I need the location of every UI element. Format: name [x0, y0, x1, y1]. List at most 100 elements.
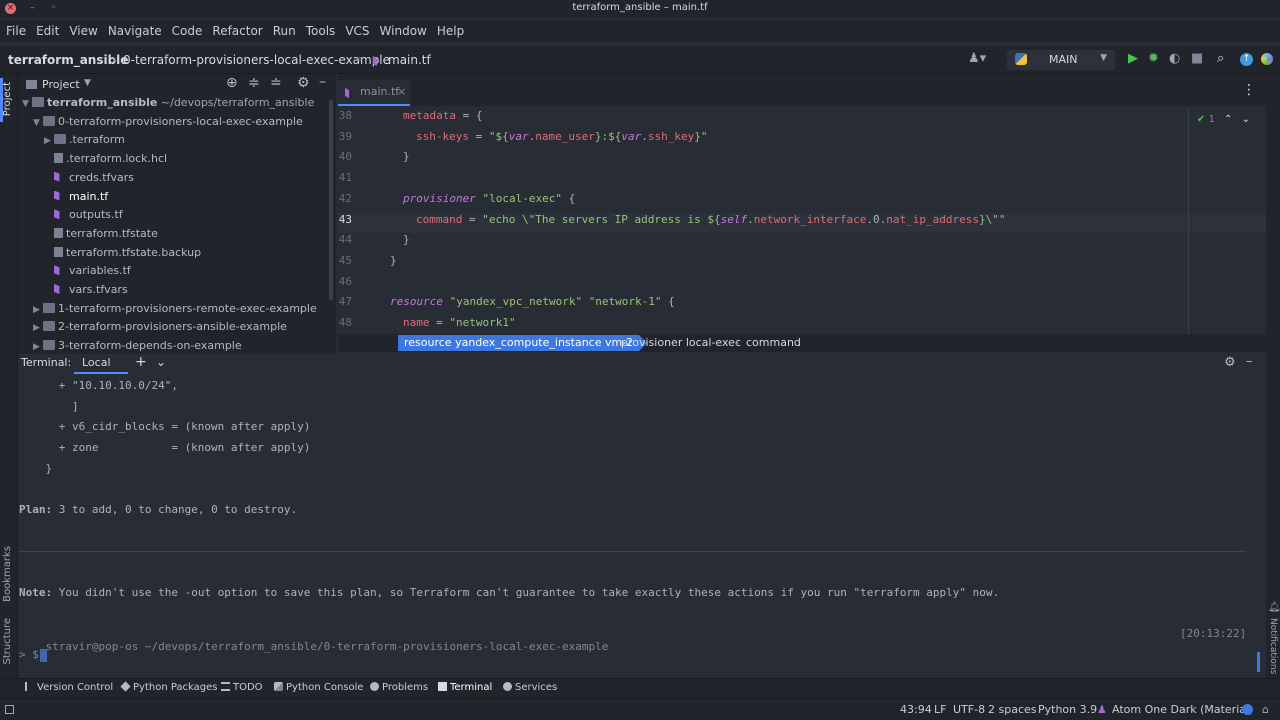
indent-setting[interactable]: 2 spaces — [988, 703, 1037, 716]
chevron-down-icon[interactable]: ⌄ — [156, 355, 166, 369]
jetbrains-icon[interactable] — [1261, 53, 1273, 65]
user-icon[interactable]: ♟▾ — [968, 51, 986, 67]
nav-project[interactable]: terraform_ansible — [8, 53, 128, 67]
chevron-right-icon[interactable]: ▶ — [44, 136, 54, 146]
tree-item[interactable]: ▼ terraform_ansible ~/devops/terraform_an… — [22, 96, 314, 115]
code-text: provisioner "local-exec" { — [403, 192, 575, 205]
line-separator[interactable]: LF — [934, 703, 946, 716]
crumb-command[interactable]: command — [746, 336, 801, 349]
tree-scrollbar[interactable] — [329, 100, 333, 300]
tab-python-console[interactable]: Python Console — [274, 682, 364, 693]
chevron-down-icon[interactable]: ▼ — [84, 78, 91, 88]
project-title[interactable]: Project — [42, 78, 80, 91]
add-terminal-icon[interactable]: + — [135, 354, 147, 370]
editor-tab-main-tf[interactable]: main.tf × — [338, 80, 410, 106]
gear-icon[interactable]: ⚙ — [1224, 355, 1236, 370]
menu-vcs[interactable]: VCS — [345, 20, 377, 42]
code-line[interactable]: 45} — [338, 254, 1280, 274]
search-icon[interactable]: ⌕ — [1217, 51, 1224, 67]
code-line[interactable]: 38 metadata = { — [338, 109, 1280, 129]
tab-python-packages[interactable]: Python Packages — [120, 681, 218, 693]
tab-terminal[interactable]: Terminal — [438, 682, 492, 693]
lock-icon[interactable]: ⌂ — [1262, 703, 1269, 716]
menu-file[interactable]: File — [6, 20, 34, 42]
collapse-all-icon[interactable]: ≐ — [270, 75, 282, 91]
locate-icon[interactable]: ⊕ — [226, 75, 238, 91]
code-line[interactable]: 47 resource "yandex_vpc_network" "network… — [338, 295, 1280, 315]
tree-item-label: outputs.tf — [69, 208, 123, 222]
tree-item[interactable]: variables.tf — [44, 264, 131, 283]
tree-item[interactable]: ▶ .terraform — [44, 133, 125, 152]
menu-view[interactable]: View — [69, 20, 105, 42]
hide-icon[interactable]: – — [319, 74, 326, 90]
python-interpreter[interactable]: Python 3.9 — [1038, 703, 1097, 716]
tree-item[interactable]: outputs.tf — [44, 208, 123, 227]
tab-services[interactable]: Services — [503, 682, 557, 693]
code-line[interactable]: 41 — [338, 171, 1280, 191]
tree-item[interactable]: terraform.tfstate — [44, 227, 158, 246]
bookmarks-tool-tab[interactable]: Bookmarks — [2, 546, 13, 602]
menu-code[interactable]: Code — [172, 20, 211, 42]
tree-item[interactable]: main.tf — [44, 190, 108, 209]
menu-window[interactable]: Window — [380, 20, 435, 42]
expand-all-icon[interactable]: ≑ — [248, 75, 260, 91]
line-number: 46 — [338, 274, 352, 288]
menu-refactor[interactable]: Refactor — [212, 20, 270, 42]
crumb-resource[interactable]: resource yandex_compute_instance vm-2 — [398, 335, 648, 351]
chevron-right-icon[interactable]: ▶ — [33, 323, 43, 333]
gear-icon[interactable]: ⚙ — [297, 75, 310, 91]
coverage-icon[interactable]: ◐ — [1169, 51, 1180, 67]
tree-item[interactable]: ▶ 2-terraform-provisioners-ansible-exampl… — [33, 320, 287, 339]
tree-item[interactable]: .terraform.lock.hcl — [44, 152, 167, 171]
menu-help[interactable]: Help — [437, 20, 472, 42]
update-icon[interactable]: ↑ — [1240, 53, 1253, 66]
notifications-tool-tab[interactable]: Notifications — [1268, 618, 1278, 674]
code-line[interactable]: 39 ssh-keys = "${var.name_user}:${var.ssh… — [338, 130, 1280, 150]
hide-icon[interactable]: – — [1246, 354, 1253, 369]
tab-todo[interactable]: TODO — [221, 682, 263, 693]
code-line[interactable]: 48 name = "network1" — [338, 316, 1280, 336]
nav-file[interactable]: main.tf — [388, 53, 431, 67]
terminal-tab-local[interactable]: Local — [74, 354, 128, 374]
tree-item[interactable]: terraform.tfstate.backup — [44, 246, 201, 265]
toggle-tool-windows-icon[interactable] — [5, 705, 14, 714]
run-icon[interactable]: ▶ — [1128, 51, 1138, 67]
tree-item[interactable]: creds.tfvars — [44, 171, 134, 190]
tree-item[interactable]: vars.tfvars — [44, 283, 128, 302]
menu-run[interactable]: Run — [273, 20, 304, 42]
debug-icon[interactable]: ✹ — [1148, 51, 1159, 67]
structure-tool-tab[interactable]: Structure — [2, 618, 13, 665]
code-line[interactable]: 44} — [338, 233, 1280, 253]
code-line[interactable]: 43 command = "echo \"The servers IP addre… — [338, 212, 1280, 233]
nav-folder[interactable]: 0-terraform-provisioners-local-exec-exam… — [123, 53, 390, 67]
more-options-icon[interactable]: ⋮ — [1242, 82, 1256, 98]
terraform-file-icon — [54, 284, 60, 294]
close-tab-icon[interactable]: × — [397, 85, 406, 98]
update-status-icon[interactable] — [1242, 704, 1253, 715]
caret-position[interactable]: 43:94 — [900, 703, 932, 716]
stop-icon[interactable]: ■ — [1191, 51, 1203, 67]
theme-name[interactable]: Atom One Dark (Material) — [1112, 703, 1253, 716]
run-configuration-select[interactable]: MAIN ▼ — [1007, 50, 1115, 70]
file-encoding[interactable]: UTF-8 — [953, 703, 985, 716]
chevron-down-icon[interactable]: ▼ — [33, 118, 43, 128]
tab-version-control[interactable]: Version Control — [25, 682, 113, 693]
crumb-provisioner[interactable]: provisioner local-exec — [621, 336, 741, 349]
tree-item[interactable]: ▼ 0-terraform-provisioners-local-exec-exa… — [33, 115, 303, 134]
chevron-right-icon[interactable]: ▶ — [33, 305, 43, 315]
terminal-scrollbar[interactable] — [1257, 652, 1260, 672]
line-number: 47 — [338, 295, 352, 309]
code-line[interactable]: 46 — [338, 275, 1280, 295]
file-icon — [54, 153, 63, 164]
menu-edit[interactable]: Edit — [36, 20, 67, 42]
chevron-down-icon[interactable]: ▼ — [22, 99, 32, 109]
tree-item[interactable]: ▶ 1-terraform-provisioners-remote-exec-ex… — [33, 302, 317, 321]
bell-icon[interactable]: 🔔︎ — [1268, 602, 1280, 613]
code-line[interactable]: 40} — [338, 150, 1280, 170]
tab-problems[interactable]: Problems — [370, 682, 428, 693]
menu-tools[interactable]: Tools — [306, 20, 344, 42]
chevron-right-icon[interactable]: ▶ — [33, 342, 43, 352]
menu-navigate[interactable]: Navigate — [108, 20, 170, 42]
code-line[interactable]: 42 provisioner "local-exec" { — [338, 192, 1280, 212]
project-tool-tab[interactable]: Project — [2, 82, 13, 116]
